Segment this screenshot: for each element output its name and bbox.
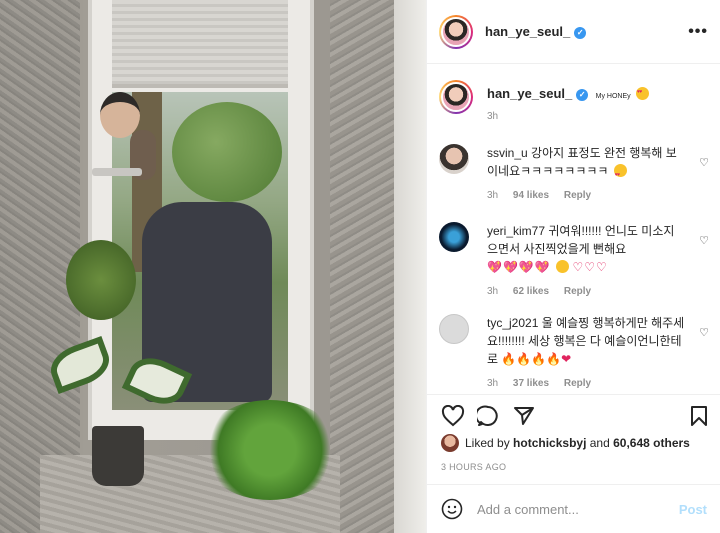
avatar[interactable] [439, 144, 469, 174]
reply-button[interactable]: Reply [564, 286, 591, 297]
comment-icon[interactable] [477, 405, 499, 427]
post-photo[interactable] [0, 0, 426, 533]
post-sidebar: han_ye_seul_ ✓ ••• han_ye_seul_ ✓ My HONEy… [426, 0, 720, 533]
caption-username[interactable]: han_ye_seul_ ✓ [487, 86, 589, 101]
reply-button[interactable]: Reply [564, 378, 591, 389]
heart-emoji-icon: 💖💖💖💖 [487, 260, 551, 274]
verified-icon: ✓ [576, 89, 589, 101]
comment-time: 3h [487, 190, 499, 201]
likes-summary: Liked by hotchicksbyj and 60,648 others [441, 434, 690, 452]
avatar[interactable] [439, 80, 473, 114]
add-comment-bar: Add a comment... Post [427, 484, 720, 533]
caption-text: My HONEy [595, 93, 631, 100]
smile-emoji-icon [556, 260, 570, 273]
plant-pot [92, 426, 144, 486]
share-icon[interactable] [513, 405, 535, 427]
comment-likes[interactable]: 62 likes [513, 286, 549, 297]
fire-emoji-icon: 🔥🔥🔥🔥 [501, 352, 562, 366]
comment-username[interactable]: tyc_j2021 [487, 316, 538, 330]
avatar[interactable] [439, 222, 469, 252]
bookmark-icon[interactable] [689, 405, 709, 427]
more-icon[interactable]: ••• [688, 23, 708, 41]
comment-username[interactable]: yeri_kim77 [487, 224, 545, 238]
wall-edge [394, 0, 426, 533]
avatar[interactable] [439, 14, 473, 49]
heart-icon[interactable]: ♡ [699, 326, 709, 339]
door-handle [92, 168, 142, 176]
fern-plant [66, 240, 136, 320]
window-blind [112, 0, 288, 88]
username-link[interactable]: han_ye_seul_ ✓ [485, 24, 587, 39]
post-timestamp[interactable]: 3 HOURS AGO [441, 462, 506, 472]
comment-username[interactable]: ssvin_u [487, 146, 528, 160]
ivy-plant [200, 400, 340, 500]
tree-leaves [172, 102, 282, 202]
comment: tyc_j2021 울 예슬찡 행복하게만 해주세요!!!!!!!! 세상 행복… [439, 314, 709, 389]
heart-icon[interactable]: ♡ [699, 234, 709, 247]
heart-eyes-emoji-icon [635, 87, 649, 100]
liker-username[interactable]: hotchicksbyj [513, 436, 586, 450]
avatar[interactable] [439, 314, 469, 344]
caption-time: 3h [487, 111, 499, 122]
comment-time: 3h [487, 378, 499, 389]
heart-emoji-icon: ❤ [561, 352, 573, 366]
likes-joiner: and [589, 436, 610, 450]
comment-likes[interactable]: 94 likes [513, 190, 549, 201]
post-button[interactable]: Post [679, 502, 707, 517]
comment-likes[interactable]: 37 likes [513, 378, 549, 389]
person-head [100, 92, 140, 138]
verified-icon: ✓ [574, 27, 587, 39]
comment: yeri_kim77 귀여워!!!!!! 언니도 미소지으면서 사진찍었을게 뻔… [439, 222, 709, 297]
comment-input[interactable]: Add a comment... [477, 502, 679, 517]
likes-count[interactable]: 60,648 others [613, 436, 690, 450]
comment: ssvin_u 강아지 표정도 완전 행복해 보이네요ㅋㅋㅋㅋㅋㅋㅋㅋ 3h 9… [439, 144, 709, 201]
heart-icon[interactable] [441, 405, 465, 427]
post-header: han_ye_seul_ ✓ ••• [427, 0, 720, 64]
comment-time: 3h [487, 286, 499, 297]
heart-eyes-emoji-icon [613, 164, 627, 184]
avatar[interactable] [441, 434, 459, 452]
reply-button[interactable]: Reply [564, 190, 591, 201]
action-bar [427, 394, 720, 438]
likes-prefix: Liked by [465, 436, 510, 450]
heart-outline-icon: ♡♡♡ [572, 260, 608, 274]
heart-icon[interactable]: ♡ [699, 156, 709, 169]
emoji-icon[interactable] [441, 498, 463, 520]
caption: han_ye_seul_✓ My HONEy 3h [439, 80, 709, 122]
